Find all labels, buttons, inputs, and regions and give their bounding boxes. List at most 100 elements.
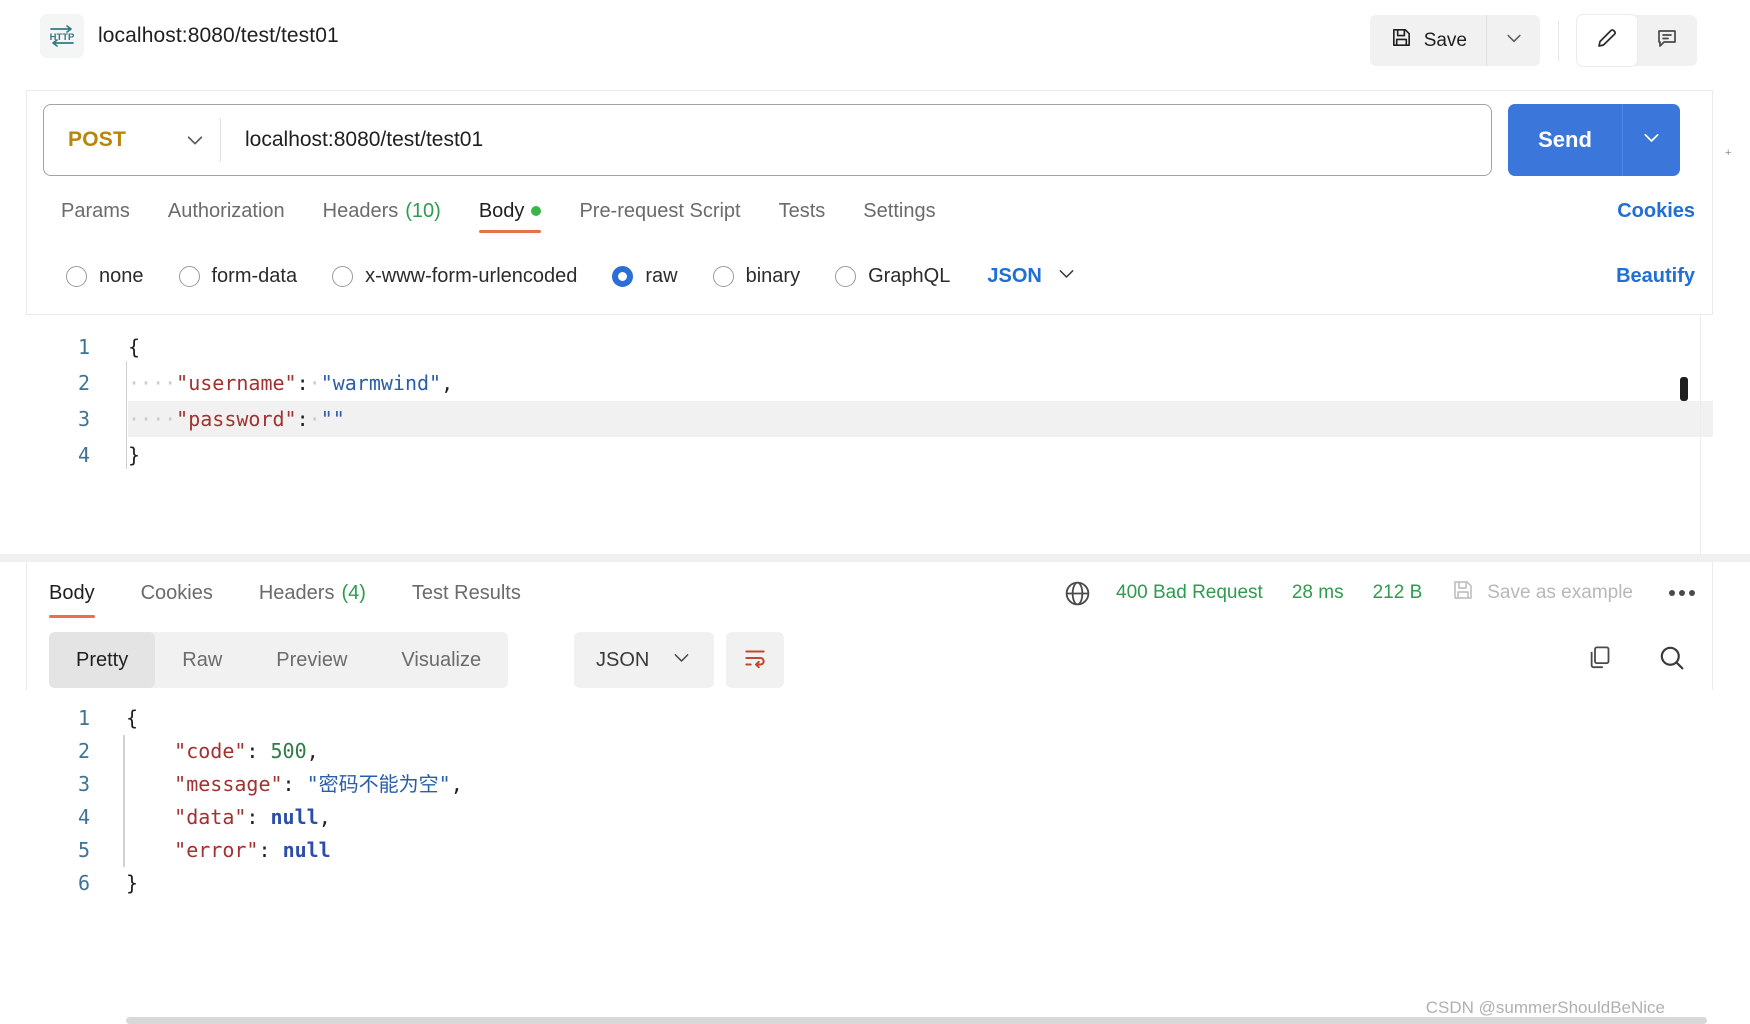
radio-raw[interactable]: raw xyxy=(612,265,678,288)
save-button[interactable]: Save xyxy=(1370,15,1486,66)
method-selector[interactable]: POST xyxy=(44,128,220,152)
edit-request-button[interactable] xyxy=(1577,15,1637,66)
response-body-editor[interactable]: 1 2 3 4 5 6 { "code": 500, "message": "密… xyxy=(26,690,1713,1024)
response-tab-test-results[interactable]: Test Results xyxy=(389,562,544,624)
save-as-example-button[interactable]: Save as example xyxy=(1451,578,1633,608)
radio-none[interactable]: none xyxy=(66,265,144,288)
tab-headers[interactable]: Headers (10) xyxy=(304,181,460,241)
indent-dots: ···· xyxy=(128,371,177,395)
segment-preview[interactable]: Preview xyxy=(249,632,374,688)
search-button[interactable] xyxy=(1649,638,1693,682)
save-dropdown-button[interactable] xyxy=(1486,15,1540,66)
colon: : xyxy=(296,407,309,431)
colon: : xyxy=(296,371,309,395)
pane-divider[interactable] xyxy=(0,554,1750,562)
response-status-code: 400 Bad Request xyxy=(1116,582,1263,603)
tab-authorization-label: Authorization xyxy=(167,199,285,222)
response-tab-body-label: Body xyxy=(49,581,95,604)
tab-params[interactable]: Params xyxy=(42,181,149,241)
response-tab-cookies[interactable]: Cookies xyxy=(118,562,236,624)
radio-form-data-label: form-data xyxy=(211,264,298,287)
json-key: "username" xyxy=(176,371,297,395)
radio-urlencoded-label: x-www-form-urlencoded xyxy=(365,264,578,287)
globe-icon[interactable] xyxy=(1063,579,1092,608)
segment-raw[interactable]: Raw xyxy=(155,632,249,688)
resp-line-6: } xyxy=(126,867,1713,900)
chevron-down-icon xyxy=(184,129,206,151)
tab-settings[interactable]: Settings xyxy=(844,181,954,241)
body-type-radio-group: none form-data x-www-form-urlencoded raw… xyxy=(66,248,1077,304)
response-status-bar: 400 Bad Request 28 ms 212 B Save as exam… xyxy=(1063,562,1705,624)
right-rail: + xyxy=(1712,0,1750,1024)
response-toolbar: Pretty Raw Preview Visualize JSON xyxy=(26,624,1713,696)
response-tab-headers[interactable]: Headers (4) xyxy=(236,562,389,624)
comments-button[interactable] xyxy=(1637,15,1697,66)
copy-button[interactable] xyxy=(1577,638,1621,682)
radio-binary[interactable]: binary xyxy=(712,265,800,288)
request-title: localhost:8080/test/test01 xyxy=(98,24,339,47)
segment-visualize[interactable]: Visualize xyxy=(374,632,508,688)
tab-pre-request-script[interactable]: Pre-request Script xyxy=(560,181,759,241)
radio-none-label: none xyxy=(99,264,144,287)
chevron-down-icon xyxy=(671,647,692,674)
ellipsis-icon[interactable] xyxy=(1659,582,1705,604)
request-tabs: Params Authorization Headers (10) Body P… xyxy=(26,181,1713,241)
colon: : xyxy=(258,838,271,862)
body-modified-dot-icon xyxy=(531,206,542,216)
response-code-lines: { "code": 500, "message": "密码不能为空", "dat… xyxy=(126,690,1713,900)
response-size: 212 B xyxy=(1372,582,1423,603)
radio-x-www-form-urlencoded[interactable]: x-www-form-urlencoded xyxy=(332,265,577,288)
response-tab-headers-count: (4) xyxy=(341,581,366,604)
search-icon xyxy=(1657,643,1686,677)
colon: : xyxy=(246,805,259,829)
request-body-editor[interactable]: 1 2 3 4 { ····"username":·"warmwind", ··… xyxy=(26,314,1713,555)
brace-close: } xyxy=(126,871,139,895)
response-language-selector[interactable]: JSON xyxy=(574,632,715,688)
cookies-link[interactable]: Cookies xyxy=(1617,181,1695,241)
resp-line-5: "error": null xyxy=(126,834,1713,867)
send-dropdown-button[interactable] xyxy=(1622,104,1680,176)
indent-dots: ···· xyxy=(128,407,177,431)
watermark: CSDN @summerShouldBeNice xyxy=(1425,998,1665,1017)
tab-tests[interactable]: Tests xyxy=(760,181,845,241)
radio-form-data[interactable]: form-data xyxy=(178,264,298,288)
json-key: "password" xyxy=(176,407,297,431)
json-value: "" xyxy=(320,407,345,431)
line-number: 4 xyxy=(77,805,90,829)
beautify-button[interactable]: Beautify xyxy=(1616,248,1695,304)
url-input[interactable] xyxy=(221,104,1491,176)
http-protocol-icon: HTTP xyxy=(40,14,84,58)
tab-authorization[interactable]: Authorization xyxy=(149,181,304,241)
word-wrap-button[interactable] xyxy=(726,632,784,688)
response-time: 28 ms xyxy=(1291,582,1344,603)
line-number: 6 xyxy=(77,871,90,895)
send-button[interactable]: Send xyxy=(1508,104,1622,176)
response-tab-headers-label: Headers xyxy=(258,581,335,604)
json-null: null xyxy=(282,838,331,862)
code-line-1: { xyxy=(128,329,1713,365)
code-line-3: ····"password":·"" xyxy=(128,401,1713,437)
line-number: 3 xyxy=(77,772,90,796)
response-tab-list: Body Cookies Headers (4) Test Results xyxy=(26,562,544,624)
line-number: 4 xyxy=(77,443,90,467)
radio-graphql-label: GraphQL xyxy=(868,264,951,287)
comment-icon xyxy=(1655,26,1679,55)
radio-graphql-circle xyxy=(835,265,857,287)
radio-none-circle xyxy=(66,265,87,287)
send-button-group: Send xyxy=(1508,104,1680,176)
segment-pretty[interactable]: Pretty xyxy=(49,632,156,688)
response-horizontal-scrollbar[interactable] xyxy=(126,1017,1707,1024)
request-tab-list: Params Authorization Headers (10) Body P… xyxy=(42,181,955,241)
response-language-label: JSON xyxy=(596,648,650,671)
request-editor-scrollbar[interactable] xyxy=(1680,377,1688,401)
pencil-icon xyxy=(1595,26,1619,55)
colon: : xyxy=(282,772,295,796)
tab-body[interactable]: Body xyxy=(460,181,561,241)
resp-line-2: "code": 500, xyxy=(126,735,1713,768)
body-format-selector[interactable]: JSON xyxy=(987,263,1076,290)
editor-right-edge xyxy=(1700,315,1701,555)
response-tab-body[interactable]: Body xyxy=(26,562,118,624)
radio-graphql[interactable]: GraphQL xyxy=(835,265,950,288)
tab-settings-label: Settings xyxy=(863,199,936,222)
request-header-left: HTTP localhost:8080/test/test01 xyxy=(40,14,339,58)
